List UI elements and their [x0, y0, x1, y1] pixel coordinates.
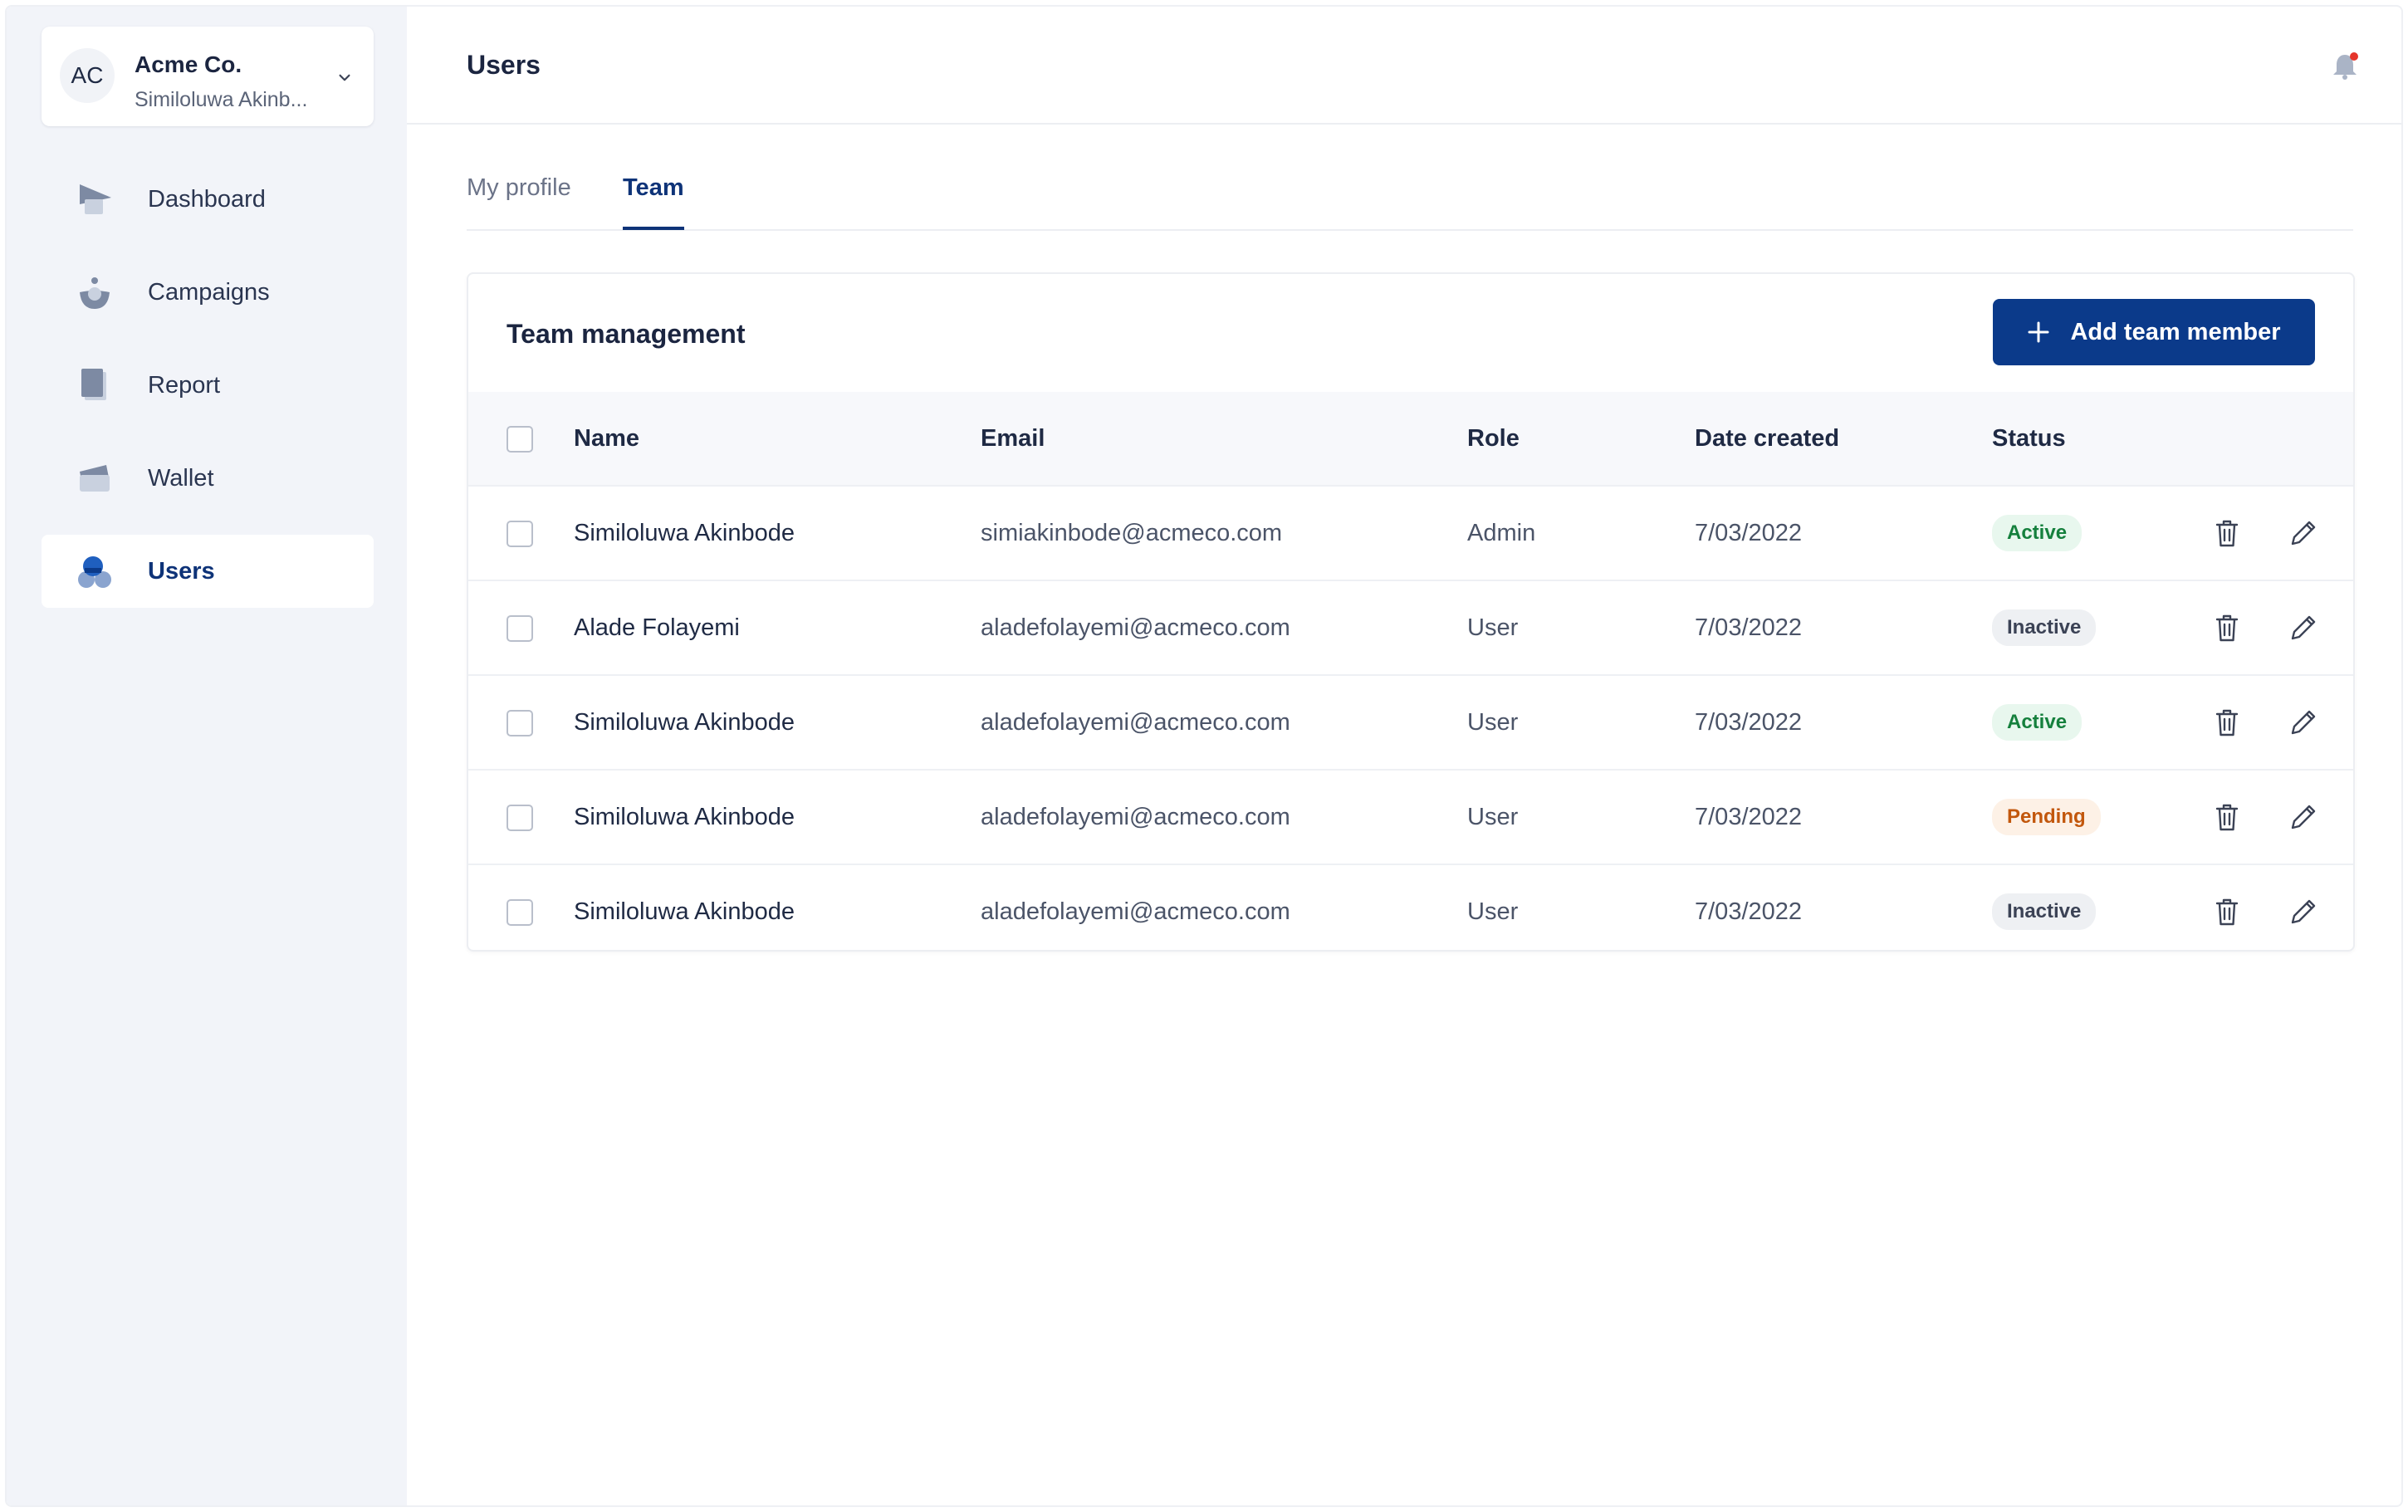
plus-icon: [2028, 321, 2049, 343]
cell-role: User: [1466, 674, 1694, 770]
add-team-member-button[interactable]: Add team member: [1993, 299, 2315, 365]
cell-email: aladefolayemi@acmeco.com: [980, 674, 1466, 770]
sidebar-item-wallet[interactable]: Wallet: [42, 442, 374, 515]
sidebar: AC Acme Co. Similoluwa Akinb... Dashboar…: [7, 7, 407, 1505]
page-title: Users: [467, 50, 541, 80]
cell-date-created: 7/03/2022: [1694, 485, 1991, 580]
status-badge: Pending: [1992, 799, 2101, 835]
row-checkbox[interactable]: [507, 804, 533, 831]
sidebar-item-report[interactable]: Report: [42, 349, 374, 422]
table-row[interactable]: Similoluwa Akinbode simiakinbode@acmeco.…: [468, 485, 2353, 580]
trash-icon[interactable]: [2210, 800, 2244, 834]
tab-my-profile[interactable]: My profile: [467, 174, 571, 227]
top-header: Users: [407, 7, 2401, 125]
sidebar-item-label: Report: [148, 371, 221, 399]
add-team-member-label: Add team member: [2070, 318, 2281, 345]
status-badge: Active: [1992, 515, 2083, 551]
row-checkbox[interactable]: [507, 898, 533, 926]
column-header-status[interactable]: Status: [1991, 392, 2209, 486]
team-table: Name Email Role Date created Status Simi…: [468, 392, 2353, 958]
cell-email: aladefolayemi@acmeco.com: [980, 769, 1466, 864]
table-row[interactable]: Similoluwa Akinbode aladefolayemi@acmeco…: [468, 864, 2353, 958]
sidebar-item-label: Wallet: [148, 464, 214, 492]
cell-role: Admin: [1466, 485, 1694, 580]
chevron-down-icon[interactable]: [334, 66, 355, 88]
table-row[interactable]: Similoluwa Akinbode aladefolayemi@acmeco…: [468, 674, 2353, 770]
cell-name: Similoluwa Akinbode: [573, 864, 980, 958]
sidebar-item-users[interactable]: Users: [42, 535, 374, 608]
sidebar-item-label: Campaigns: [148, 278, 270, 306]
report-icon: [81, 369, 106, 400]
trash-icon[interactable]: [2210, 705, 2244, 740]
app-window: AC Acme Co. Similoluwa Akinb... Dashboar…: [7, 7, 2401, 1505]
column-header-name[interactable]: Name: [573, 392, 980, 486]
cell-name: Similoluwa Akinbode: [573, 674, 980, 770]
campaigns-icon: [80, 277, 110, 309]
org-avatar: AC: [60, 48, 115, 103]
table-row[interactable]: Alade Folayemi aladefolayemi@acmeco.com …: [468, 580, 2353, 675]
table-header-row: Name Email Role Date created Status: [468, 392, 2353, 486]
cell-date-created: 7/03/2022: [1694, 580, 1991, 675]
cell-date-created: 7/03/2022: [1694, 864, 1991, 958]
column-header-role[interactable]: Role: [1466, 392, 1694, 486]
wallet-icon: [80, 465, 110, 492]
sidebar-item-label: Users: [148, 557, 215, 585]
cell-role: User: [1466, 580, 1694, 675]
org-switcher[interactable]: AC Acme Co. Similoluwa Akinb...: [42, 27, 374, 126]
edit-pencil-icon[interactable]: [2286, 894, 2321, 929]
row-checkbox[interactable]: [507, 709, 533, 736]
edit-pencil-icon[interactable]: [2286, 705, 2321, 740]
select-all-checkbox[interactable]: [507, 425, 533, 453]
cell-email: simiakinbode@acmeco.com: [980, 485, 1466, 580]
trash-icon[interactable]: [2210, 516, 2244, 550]
sidebar-nav: Dashboard Campaigns Report Wallet Users: [42, 163, 374, 628]
cell-role: User: [1466, 769, 1694, 864]
table-row[interactable]: Similoluwa Akinbode aladefolayemi@acmeco…: [468, 769, 2353, 864]
cell-name: Similoluwa Akinbode: [573, 485, 980, 580]
sidebar-item-campaigns[interactable]: Campaigns: [42, 256, 374, 329]
cell-date-created: 7/03/2022: [1694, 674, 1991, 770]
row-checkbox[interactable]: [507, 614, 533, 642]
org-user-name: Similoluwa Akinb...: [135, 88, 308, 111]
row-checkbox[interactable]: [507, 520, 533, 547]
cell-email: aladefolayemi@acmeco.com: [980, 580, 1466, 675]
org-name: Acme Co.: [135, 51, 242, 77]
cell-role: User: [1466, 864, 1694, 958]
sidebar-item-label: Dashboard: [148, 185, 266, 213]
status-badge: Inactive: [1992, 609, 2097, 646]
users-icon: [78, 556, 111, 588]
cell-name: Alade Folayemi: [573, 580, 980, 675]
cell-name: Similoluwa Akinbode: [573, 769, 980, 864]
card-title: Team management: [507, 319, 746, 349]
tab-team[interactable]: Team: [623, 174, 684, 230]
tab-bar: My profile Team: [467, 164, 2353, 231]
cell-email: aladefolayemi@acmeco.com: [980, 864, 1466, 958]
column-header-email[interactable]: Email: [980, 392, 1466, 486]
team-management-card: Team management Add team member Name Ema…: [467, 272, 2355, 958]
edit-pencil-icon[interactable]: [2286, 610, 2321, 645]
trash-icon[interactable]: [2210, 610, 2244, 645]
column-header-date-created[interactable]: Date created: [1694, 392, 1991, 486]
cell-date-created: 7/03/2022: [1694, 769, 1991, 864]
edit-pencil-icon[interactable]: [2286, 800, 2321, 834]
edit-pencil-icon[interactable]: [2286, 516, 2321, 550]
status-badge: Inactive: [1992, 893, 2097, 930]
bell-icon[interactable]: [2327, 48, 2363, 85]
dashboard-icon: [80, 184, 111, 214]
sidebar-item-dashboard[interactable]: Dashboard: [42, 163, 374, 236]
status-badge: Active: [1992, 704, 2083, 741]
trash-icon[interactable]: [2210, 894, 2244, 929]
